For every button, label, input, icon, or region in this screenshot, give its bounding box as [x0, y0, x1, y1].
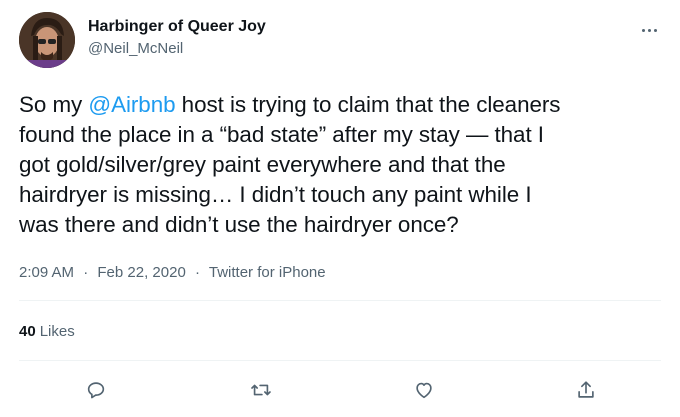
- tweet-line: So my @Airbnb host is trying to claim th…: [19, 92, 561, 117]
- tweet-line: found the place in a “bad state” after m…: [19, 122, 544, 147]
- likes-label: Likes: [39, 323, 75, 340]
- likes-count: 40: [19, 323, 36, 340]
- retweet-button[interactable]: [248, 377, 274, 403]
- user-display-name[interactable]: Harbinger of Queer Joy: [88, 17, 266, 37]
- tweet-line: was there and didn’t use the hairdryer o…: [19, 212, 459, 237]
- like-button[interactable]: [411, 377, 437, 403]
- meta-separator: ·: [194, 264, 200, 281]
- tweet-meta: 2:09 AM · Feb 22, 2020 · Twitter for iPh…: [19, 263, 326, 283]
- more-options-icon: [641, 28, 645, 32]
- likes-stat[interactable]: 40 Likes: [19, 322, 75, 342]
- share-icon: [578, 381, 594, 398]
- mention-link[interactable]: @Airbnb: [88, 92, 175, 117]
- tweet-date[interactable]: Feb 22, 2020: [97, 264, 185, 281]
- more-options-button[interactable]: [636, 20, 662, 40]
- avatar-image: [19, 12, 75, 68]
- reply-button[interactable]: [83, 377, 109, 403]
- tweet-time[interactable]: 2:09 AM: [19, 264, 74, 281]
- tweet-line: hairdryer is missing… I didn’t touch any…: [19, 182, 532, 207]
- reply-icon: [87, 382, 105, 399]
- avatar[interactable]: [19, 12, 75, 68]
- divider: [19, 360, 661, 361]
- tweet-card: Harbinger of Queer Joy @Neil_McNeil So m…: [0, 0, 680, 417]
- retweet-icon: [251, 384, 271, 396]
- share-button[interactable]: [573, 377, 599, 403]
- tweet-line: got gold/silver/grey paint everywhere an…: [19, 152, 506, 177]
- action-bar: [0, 377, 680, 405]
- tweet-text: So my @Airbnb host is trying to claim th…: [19, 90, 669, 240]
- divider: [19, 300, 661, 301]
- meta-separator: ·: [83, 264, 89, 281]
- tweet-source[interactable]: Twitter for iPhone: [209, 264, 326, 281]
- like-icon: [416, 382, 432, 399]
- user-handle[interactable]: @Neil_McNeil: [88, 39, 183, 59]
